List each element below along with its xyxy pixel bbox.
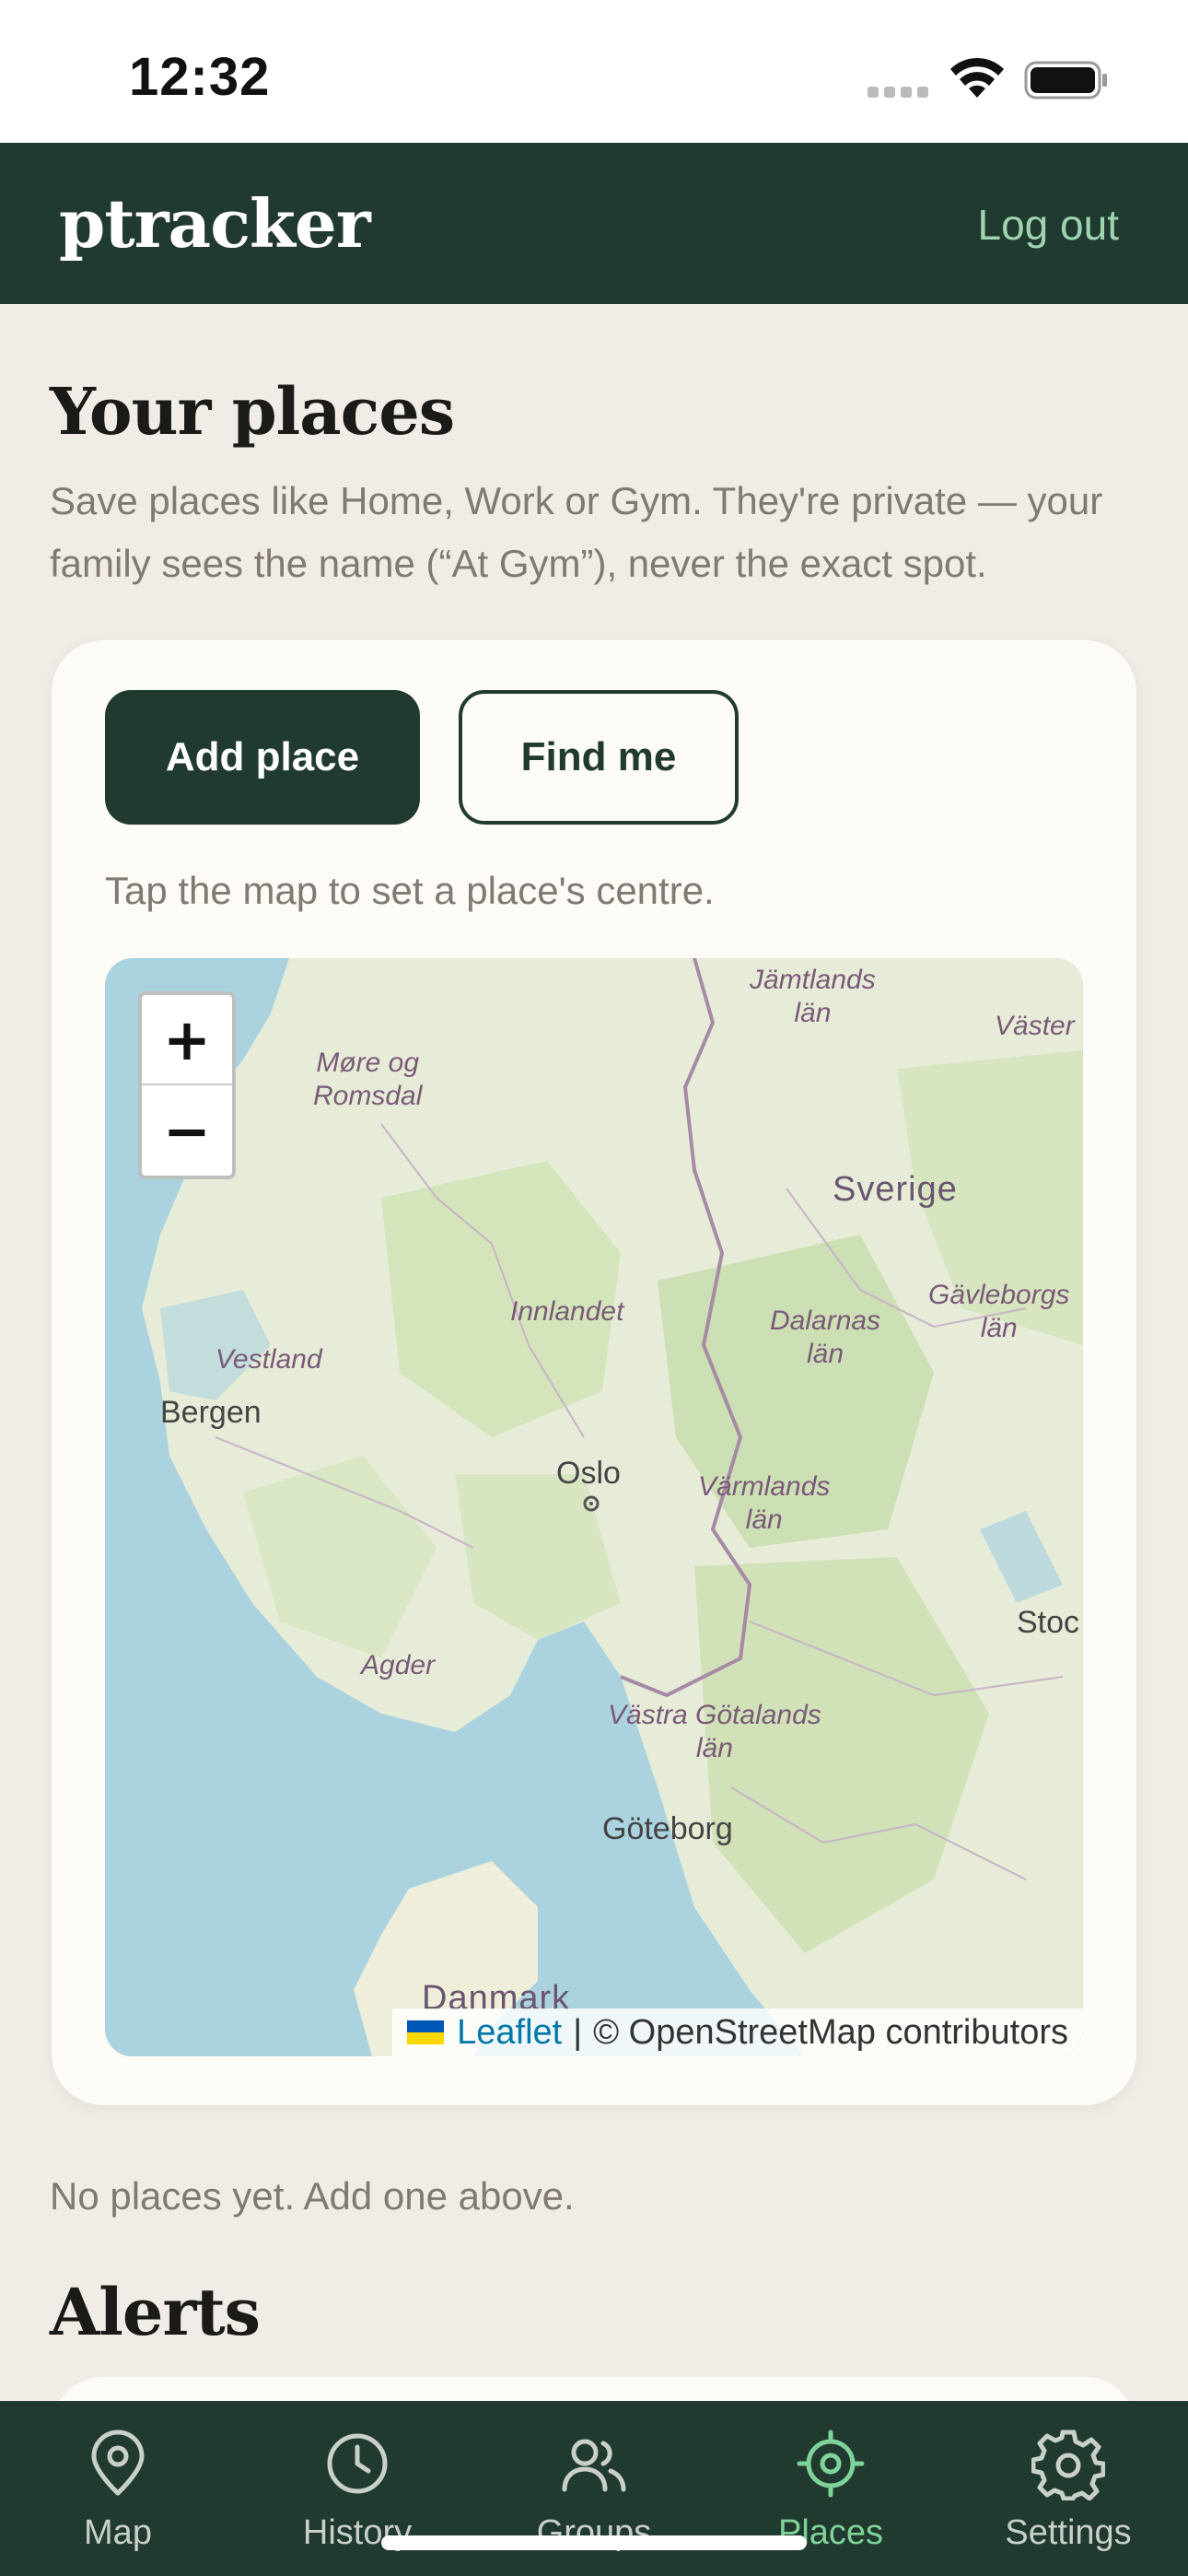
map-hint: Tap the map to set a place's centre.: [105, 869, 715, 912]
nav-item-groups[interactable]: Groups: [483, 2427, 705, 2553]
places-card: Add place Find me Tap the map to set a p…: [52, 640, 1136, 2105]
nav-item-map[interactable]: Map: [7, 2427, 228, 2553]
map-pin-icon: [91, 2430, 145, 2496]
map-label-sverige: Sverige: [833, 1170, 958, 1209]
map[interactable]: Jämtlands län Väster Møre og Romsdal Sve…: [105, 958, 1083, 2056]
map-label-vaster: Väster: [995, 1011, 1075, 1041]
logout-button[interactable]: Log out: [978, 200, 1119, 250]
add-place-button[interactable]: Add place: [105, 690, 420, 825]
map-label-bergen: Bergen: [160, 1395, 262, 1430]
home-indicator: [381, 2535, 807, 2550]
zoom-in-button[interactable]: +: [142, 995, 232, 1085]
nav-item-history[interactable]: History: [247, 2427, 468, 2553]
map-label-oslo: Oslo: [556, 1456, 621, 1491]
find-me-button[interactable]: Find me: [459, 690, 739, 825]
zoom-control: + −: [138, 991, 236, 1179]
attribution-separator: |: [573, 2012, 583, 2052]
wifi-icon: [950, 57, 1004, 98]
map-label-dalarnas: Dalarnas län: [770, 1306, 881, 1369]
ukraine-flag-icon: [407, 2020, 445, 2044]
page-description: Save places like Home, Work or Gym. They…: [50, 479, 1103, 585]
leaflet-link[interactable]: Leaflet: [457, 2013, 562, 2053]
status-time: 12:32: [129, 47, 271, 107]
gear-icon: [1031, 2430, 1105, 2500]
alerts-title: Alerts: [50, 2274, 261, 2350]
target-icon: [797, 2430, 865, 2498]
map-label-more: Møre og Romsdal: [313, 1048, 423, 1111]
nav-item-settings[interactable]: Settings: [958, 2427, 1179, 2553]
map-label-gavleborgs: Gävleborgs län: [928, 1280, 1070, 1343]
page-title: Your places: [50, 373, 455, 450]
map-attribution: Leaflet | © OpenStreetMap contributors: [392, 2008, 1083, 2056]
zoom-out-button[interactable]: −: [142, 1085, 232, 1176]
map-label-innlandet: Innlandet: [510, 1296, 624, 1327]
map-label-vastra: Västra Götalands län: [608, 1700, 821, 1763]
map-label-agder: Agder: [361, 1650, 436, 1680]
nav-label-map: Map: [84, 2513, 152, 2552]
app-header: ptracker Log out: [0, 143, 1188, 304]
nav-item-places[interactable]: Places: [720, 2427, 941, 2553]
map-label-vestland: Vestland: [215, 1344, 322, 1375]
battery-icon: [1024, 61, 1107, 100]
brand-logo: ptracker: [59, 184, 371, 263]
map-label-varmlands: Värmlands län: [698, 1471, 831, 1535]
nav-label-settings: Settings: [1005, 2513, 1132, 2552]
osm-attribution[interactable]: © OpenStreetMap contributors: [593, 2013, 1068, 2053]
map-label-goteborg: Göteborg: [602, 1811, 733, 1846]
empty-places-text: No places yet. Add one above.: [50, 2174, 575, 2218]
clock-icon: [327, 2433, 388, 2494]
map-label-jamtlands: Jämtlands län: [750, 965, 876, 1028]
status-bar: 12:32: [0, 0, 1188, 143]
cellular-signal-icon: [868, 87, 928, 98]
users-icon: [562, 2439, 626, 2492]
map-tiles: [105, 958, 1083, 2056]
map-label-stoc: Stoc: [1017, 1605, 1080, 1640]
